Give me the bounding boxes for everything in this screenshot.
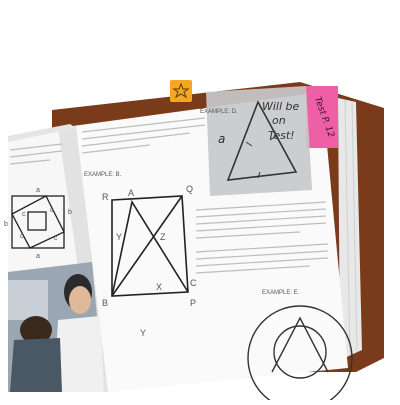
inset-label-c3: c bbox=[54, 235, 58, 242]
label-bottom-y: Y bbox=[140, 328, 146, 338]
example-e-label: EXAMPLE: E. bbox=[262, 290, 300, 296]
orange-index-tab bbox=[170, 80, 192, 102]
label-a: A bbox=[128, 188, 134, 198]
example-d-label: EXAMPLE: D. bbox=[200, 109, 238, 115]
book-photo: Test P. 12 Will be on Test! a EXAMPLE: D… bbox=[4, 80, 384, 405]
label-c: C bbox=[190, 278, 197, 288]
sticky-text-line-3: Test! bbox=[268, 129, 295, 142]
label-p: P bbox=[190, 298, 196, 308]
label-b: B bbox=[102, 298, 108, 308]
inset-label-a2: a bbox=[36, 253, 40, 260]
label-q: Q bbox=[186, 184, 193, 194]
inset-label-c4: c bbox=[20, 233, 24, 240]
photo-scene: Test P. 12 Will be on Test! a EXAMPLE: D… bbox=[0, 0, 400, 405]
inset-label-a: a bbox=[36, 187, 40, 194]
label-x: X bbox=[156, 282, 162, 292]
inset-label-b: b bbox=[68, 209, 72, 216]
side-label: a bbox=[218, 132, 225, 146]
pink-index-tab: Test P. 12 bbox=[306, 86, 338, 148]
label-z: Z bbox=[160, 232, 166, 242]
classroom-photo bbox=[8, 262, 104, 392]
sticky-text-line-2: on bbox=[272, 114, 286, 127]
label-r: R bbox=[102, 192, 109, 202]
inset-label-c1: c bbox=[22, 211, 26, 218]
label-y: Y bbox=[116, 232, 122, 242]
sticky-text-line-1: Will be bbox=[262, 100, 300, 113]
inset-label-b2: b bbox=[4, 221, 8, 228]
inset-label-c2: c bbox=[50, 207, 54, 214]
example-b-label: EXAMPLE: B. bbox=[84, 172, 122, 178]
